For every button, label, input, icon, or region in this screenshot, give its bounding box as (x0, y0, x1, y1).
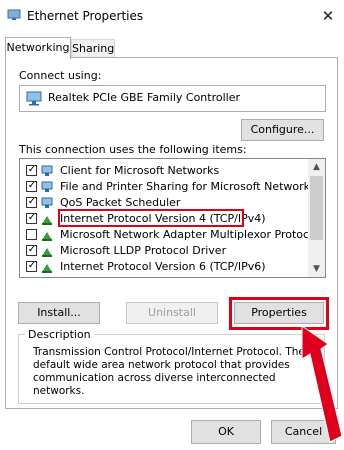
uninstall-button[interactable]: Uninstall (126, 302, 218, 324)
annotation-arrow-icon (301, 325, 343, 443)
checkbox[interactable] (26, 165, 37, 176)
title-bar: Ethernet Properties ✕ (0, 0, 344, 32)
item-label: Internet Protocol Version 6 (TCP/IPv6) (60, 260, 266, 273)
checkbox[interactable] (26, 261, 37, 272)
list-item[interactable]: Microsoft LLDP Protocol Driver (20, 243, 310, 259)
item-label: QoS Packet Scheduler (60, 196, 181, 209)
protocol-icon (42, 232, 52, 241)
checkbox[interactable] (26, 197, 37, 208)
network-adapter-icon (7, 9, 21, 20)
list-item[interactable]: File and Printer Sharing for Microsoft N… (20, 179, 316, 195)
description-label: Description (25, 328, 94, 341)
checkbox[interactable] (26, 213, 37, 224)
qos-icon (41, 197, 53, 208)
items-label: This connection uses the following items… (19, 143, 247, 156)
ok-button[interactable]: OK (191, 420, 261, 444)
protocol-icon (42, 248, 52, 257)
configure-button[interactable]: Configure... (241, 119, 324, 141)
list-item[interactable]: Client for Microsoft Networks (20, 163, 310, 179)
item-label: Microsoft LLDP Protocol Driver (60, 244, 227, 257)
description-text: Transmission Control Protocol/Internet P… (33, 346, 305, 397)
network-client-icon (41, 165, 53, 176)
ipv4-highlight-box (58, 209, 244, 227)
connect-using-label: Connect using: (19, 69, 102, 82)
checkbox[interactable] (26, 181, 37, 192)
item-label: Microsoft Network Adapter Multiplexor Pr… (60, 228, 319, 241)
scroll-up-icon[interactable]: ▲ (308, 160, 325, 174)
protocol-icon (42, 264, 52, 273)
protocol-icon (42, 216, 52, 225)
item-label: Client for Microsoft Networks (60, 164, 220, 177)
window-title: Ethernet Properties (27, 9, 144, 23)
scroll-thumb[interactable] (310, 176, 323, 240)
network-adapter-icon (26, 91, 42, 106)
list-item[interactable]: Microsoft Network Adapter Multiplexor Pr… (20, 227, 319, 243)
file-printer-sharing-icon (41, 181, 53, 192)
checkbox[interactable] (26, 245, 37, 256)
tab-sharing[interactable]: Sharing (71, 39, 115, 57)
tab-networking[interactable]: Networking (5, 37, 71, 59)
item-label: File and Printer Sharing for Microsoft N… (60, 180, 316, 193)
checkbox[interactable] (26, 229, 37, 240)
install-button[interactable]: Install... (18, 302, 100, 324)
close-button[interactable]: ✕ (318, 6, 338, 26)
scroll-down-icon[interactable]: ▼ (308, 262, 325, 276)
adapter-name: Realtek PCIe GBE Family Controller (48, 91, 241, 104)
list-item[interactable]: Internet Protocol Version 6 (TCP/IPv6) (20, 259, 310, 275)
